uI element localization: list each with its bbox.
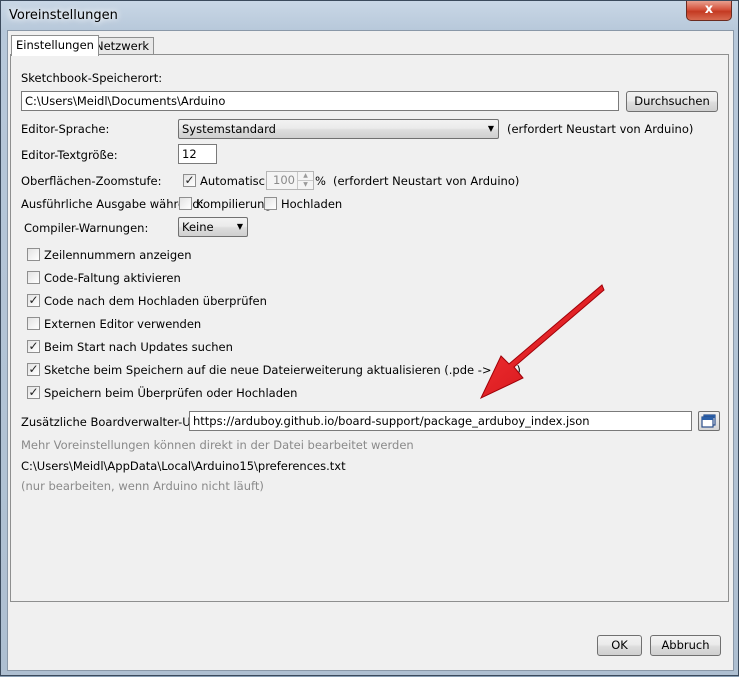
tab-netzwerk[interactable]: Netzwerk <box>90 37 155 55</box>
board-urls-label: Zusätzliche Boardverwalter-URLs: <box>21 415 215 429</box>
preferences-window: Voreinstellungen x Einstellungen Netzwer… <box>0 0 739 676</box>
line-numbers-label: Zeilennummern anzeigen <box>44 248 192 262</box>
board-urls-input[interactable]: https://arduboy.github.io/board-support/… <box>189 411 692 431</box>
verbose-compile-label: Kompilierung <box>196 197 272 211</box>
window-icon <box>701 414 716 428</box>
font-size-input[interactable]: 12 <box>178 144 217 164</box>
line-numbers-checkbox[interactable] <box>27 248 40 261</box>
close-icon: x <box>704 2 714 17</box>
language-select[interactable]: Systemstandard ▼ <box>178 119 499 139</box>
zoom-note: (erfordert Neustart von Arduino) <box>333 174 520 188</box>
verbose-upload-checkbox[interactable] <box>264 197 277 210</box>
sketchbook-label: Sketchbook-Speicherort: <box>21 71 163 85</box>
verify-after-upload-label: Code nach dem Hochladen überprüfen <box>44 294 267 308</box>
font-size-label: Editor-Textgröße: <box>21 148 118 162</box>
close-button[interactable]: x <box>686 1 732 21</box>
warnings-value: Keine <box>182 220 214 234</box>
external-editor-label: Externen Editor verwenden <box>44 317 202 331</box>
settings-panel: Sketchbook-Speicherort: C:\Users\Meidl\D… <box>10 54 729 602</box>
language-note: (erfordert Neustart von Arduino) <box>507 122 694 136</box>
cancel-button[interactable]: Abbruch <box>650 635 721 656</box>
update-extension-label: Sketche beim Speichern auf die neue Date… <box>44 363 521 377</box>
window-title: Voreinstellungen <box>9 8 118 23</box>
dialog-body: Einstellungen Netzwerk Sketchbook-Speich… <box>7 30 734 671</box>
code-folding-label: Code-Faltung aktivieren <box>44 271 181 285</box>
browse-button[interactable]: Durchsuchen <box>626 91 718 112</box>
verify-after-upload-checkbox[interactable]: ✓ <box>27 294 40 307</box>
save-on-verify-checkbox[interactable]: ✓ <box>27 386 40 399</box>
verbose-label: Ausführliche Ausgabe während: <box>21 197 204 211</box>
verbose-compile-checkbox[interactable] <box>179 197 192 210</box>
zoom-label: Oberflächen-Zoomstufe: <box>21 174 162 188</box>
ok-button[interactable]: OK <box>597 635 642 656</box>
zoom-value: 100 <box>273 173 295 187</box>
warnings-label: Compiler-Warnungen: <box>24 221 149 235</box>
zoom-spinner[interactable]: 100 ▲ ▼ <box>266 171 314 190</box>
language-label: Editor-Sprache: <box>21 122 110 136</box>
check-updates-label: Beim Start nach Updates suchen <box>44 340 233 354</box>
language-value: Systemstandard <box>182 122 276 136</box>
warnings-select[interactable]: Keine ▼ <box>178 217 248 237</box>
update-extension-checkbox[interactable]: ✓ <box>27 363 40 376</box>
external-editor-checkbox[interactable] <box>27 317 40 330</box>
code-folding-checkbox[interactable] <box>27 271 40 284</box>
prefs-file-path: C:\Users\Meidl\AppData\Local\Arduino15\p… <box>21 459 346 473</box>
save-on-verify-label: Speichern beim Überprüfen oder Hochladen <box>44 386 298 400</box>
zoom-auto-label: Automatisch <box>200 174 273 188</box>
tab-einstellungen[interactable]: Einstellungen <box>11 35 99 56</box>
verbose-upload-label: Hochladen <box>281 197 343 211</box>
zoom-auto-checkbox[interactable]: ✓ <box>183 174 196 187</box>
edit-urls-button[interactable] <box>698 411 720 431</box>
check-updates-checkbox[interactable]: ✓ <box>27 340 40 353</box>
zoom-unit: % <box>315 174 326 188</box>
more-prefs-text: Mehr Voreinstellungen können direkt in d… <box>21 438 414 452</box>
title-bar[interactable]: Voreinstellungen x <box>1 1 738 31</box>
sketchbook-path-input[interactable]: C:\Users\Meidl\Documents\Arduino <box>21 91 619 111</box>
chevron-down-icon: ▼ <box>487 124 494 133</box>
edit-hint: (nur bearbeiten, wenn Arduino nicht läuf… <box>21 479 264 493</box>
spinner-up-icon[interactable]: ▲ <box>297 172 313 181</box>
spinner-down-icon[interactable]: ▼ <box>297 181 313 189</box>
chevron-down-icon: ▼ <box>236 222 243 231</box>
